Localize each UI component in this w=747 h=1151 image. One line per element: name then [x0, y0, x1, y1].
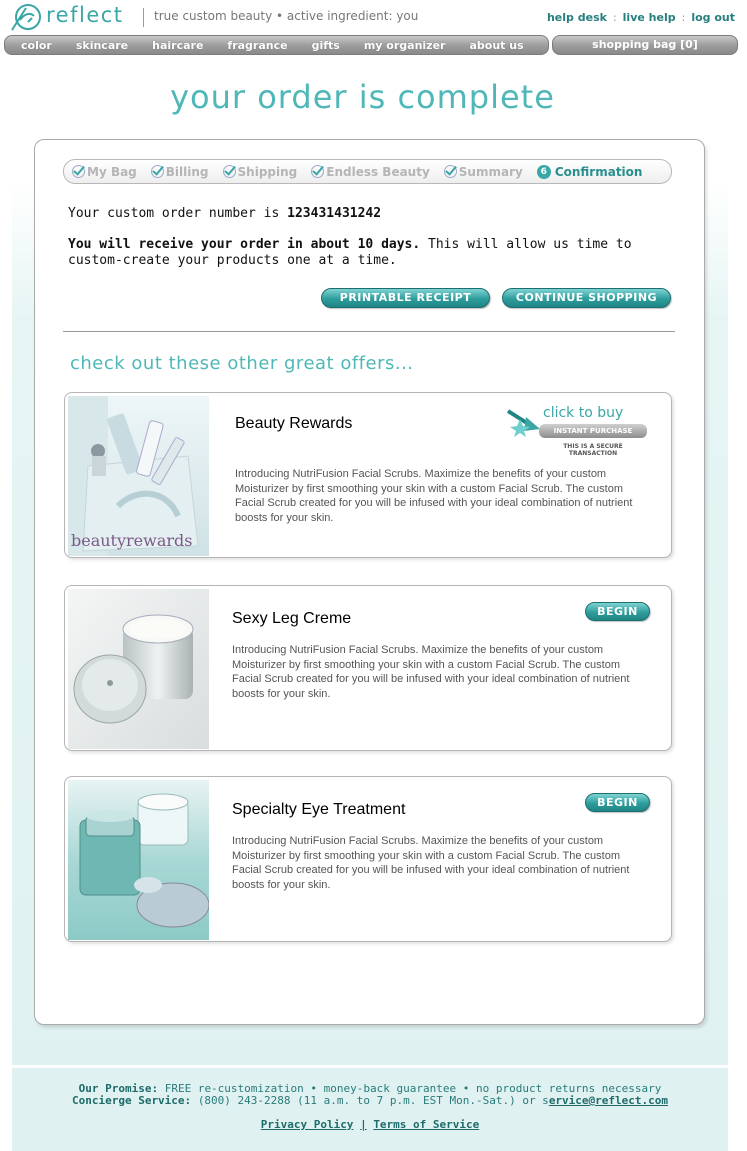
main-nav: color skincare haircare fragrance gifts … — [4, 35, 549, 55]
delivery-eta: You will receive your order in about 10 … — [68, 237, 421, 252]
step-label: Confirmation — [554, 164, 643, 179]
offer-description: Introducing NutriFusion Facial Scrubs. M… — [232, 644, 630, 700]
checkmark-icon — [443, 165, 457, 178]
nav-item-about-us[interactable]: about us — [469, 39, 523, 52]
page-title: your order is complete — [170, 78, 555, 116]
checkmark-icon — [222, 165, 236, 178]
begin-button[interactable]: BEGIN — [585, 793, 650, 812]
help-desk-link[interactable]: help desk — [547, 11, 607, 24]
step-endless-beauty: Endless Beauty — [311, 165, 430, 179]
live-help-link[interactable]: live help — [623, 11, 676, 24]
concierge-label: Concierge Service: — [71, 1094, 192, 1107]
click-to-buy-button[interactable]: click to buy INSTANT PURCHASE THIS IS A … — [506, 403, 648, 457]
offer-card-beauty-rewards: beautyrewards Beauty Rewards click to bu… — [64, 392, 672, 558]
step-summary: Summary — [443, 164, 523, 179]
checkmark-icon — [150, 165, 164, 178]
offer-card-sexy-leg-creme: Sexy Leg Creme BEGIN Introducing NutriFu… — [64, 585, 672, 751]
step-number-badge: 6 — [536, 164, 551, 179]
beauty-rewards-caption: beautyrewards — [71, 531, 193, 550]
site-header: reflect true custom beauty • active ingr… — [0, 0, 747, 34]
shopping-bag-button[interactable]: shopping bag [0] — [552, 35, 738, 55]
step-label: Billing — [165, 164, 209, 179]
secure-transaction-note: THIS IS A SECURE TRANSACTION — [563, 443, 623, 457]
reflect-logo-icon[interactable] — [10, 2, 44, 32]
log-out-link[interactable]: log out — [691, 11, 735, 24]
header-divider — [143, 8, 144, 27]
printable-receipt-button[interactable]: PRINTABLE RECEIPT — [321, 288, 490, 308]
offers-heading: check out these other great offers... — [70, 353, 414, 374]
offer-description: Introducing NutriFusion Facial Scrubs. M… — [232, 835, 630, 891]
instant-purchase-bar: INSTANT PURCHASE — [539, 424, 647, 438]
step-my-bag: My Bag — [72, 165, 137, 179]
order-confirmation-panel: My Bag Billing Shipping Endless Beauty S… — [34, 139, 705, 1025]
step-billing: Billing — [150, 164, 209, 179]
utility-separator: : — [681, 11, 686, 24]
begin-button[interactable]: BEGIN — [585, 602, 650, 621]
nav-item-fragrance[interactable]: fragrance — [227, 39, 287, 52]
site-footer: Our Promise: FREE re-customization • mon… — [12, 1068, 728, 1151]
nav-item-color[interactable]: color — [21, 39, 52, 52]
terms-of-service-link[interactable]: Terms of Service — [373, 1118, 479, 1131]
delivery-estimate: You will receive your order in about 10 … — [68, 237, 648, 269]
offer-description: Introducing NutriFusion Facial Scrubs. M… — [235, 468, 633, 524]
step-confirmation: 6 Confirmation — [536, 164, 643, 179]
step-label: Shipping — [237, 164, 298, 179]
offer-title: Sexy Leg Creme — [232, 610, 352, 627]
brand-name[interactable]: reflect — [46, 3, 124, 27]
arrow-star-icon — [506, 409, 540, 437]
step-shipping: Shipping — [222, 164, 298, 179]
legal-links: Privacy Policy | Terms of Service — [12, 1118, 728, 1131]
step-label: Summary — [458, 164, 523, 179]
brand-tagline: true custom beauty • active ingredient: … — [154, 9, 419, 23]
offer-title: Beauty Rewards — [235, 415, 353, 432]
order-number-label: Your custom order number is — [68, 206, 280, 221]
privacy-policy-link[interactable]: Privacy Policy — [261, 1118, 354, 1131]
utility-separator: : — [612, 11, 617, 24]
nav-item-skincare[interactable]: skincare — [76, 39, 128, 52]
step-label: My Bag — [87, 164, 137, 179]
checkmark-icon — [311, 165, 325, 178]
nav-item-my-organizer[interactable]: my organizer — [364, 39, 446, 52]
utility-links: help desk : live help : log out — [547, 11, 735, 24]
offer-title: Specialty Eye Treatment — [232, 801, 406, 818]
legal-separator: | — [360, 1118, 367, 1131]
email-link[interactable]: ervice@reflect.com — [549, 1094, 668, 1107]
concierge-line: Concierge Service: (800) 243-2288 (11 a.… — [12, 1094, 728, 1107]
checkmark-icon — [72, 165, 85, 178]
concierge-text: (800) 243-2288 (11 a.m. to 7 p.m. EST Mo… — [197, 1094, 549, 1107]
eye-treatment-jars-image — [68, 780, 209, 940]
nav-item-gifts[interactable]: gifts — [312, 39, 340, 52]
click-to-buy-label: click to buy — [543, 405, 624, 421]
order-number: 123431431242 — [287, 206, 382, 221]
continue-shopping-button[interactable]: CONTINUE SHOPPING — [502, 288, 671, 308]
checkout-progress: My Bag Billing Shipping Endless Beauty S… — [63, 159, 672, 184]
offer-card-specialty-eye-treatment: Specialty Eye Treatment BEGIN Introducin… — [64, 776, 672, 942]
divider — [63, 331, 675, 332]
step-label: Endless Beauty — [326, 164, 430, 179]
order-number-line: Your custom order number is 123431431242 — [68, 206, 648, 222]
nav-item-haircare[interactable]: haircare — [152, 39, 203, 52]
leg-creme-jar-image — [68, 589, 209, 749]
